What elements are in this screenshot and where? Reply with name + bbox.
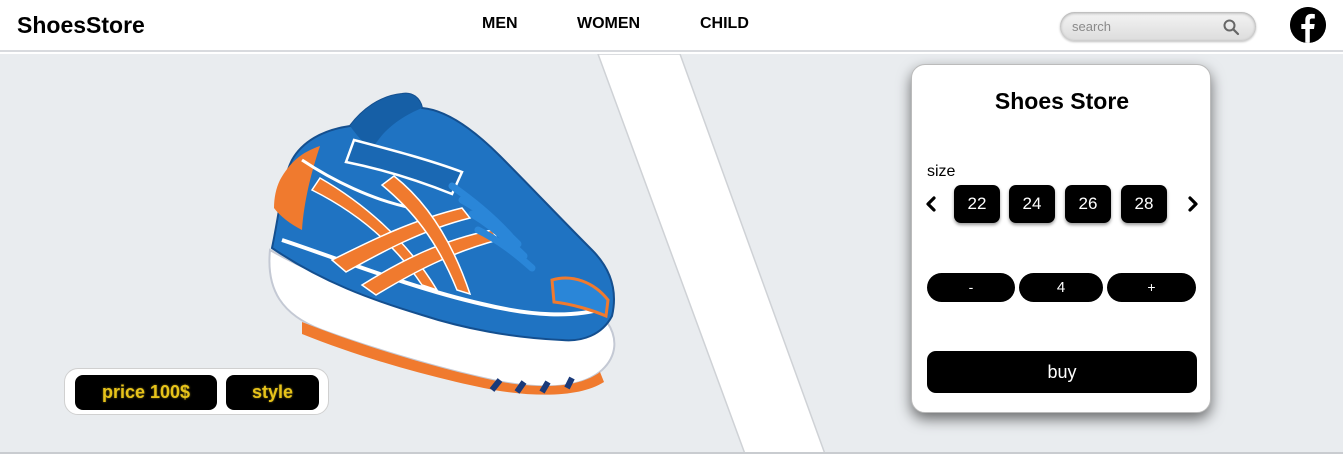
quantity-increase-button[interactable]: + [1107, 273, 1196, 302]
nav-link-child[interactable]: CHILD [700, 15, 749, 33]
size-option-28[interactable]: 28 [1121, 185, 1167, 223]
chevron-left-icon[interactable] [924, 196, 938, 212]
facebook-icon[interactable] [1290, 7, 1326, 43]
price-style-bar: price 100$ style [64, 368, 329, 415]
size-option-24[interactable]: 24 [1009, 185, 1055, 223]
nav-link-men[interactable]: MEN [482, 15, 518, 33]
quantity-decrease-button[interactable]: - [927, 273, 1015, 302]
product-shoe-image [268, 92, 616, 395]
size-label: size [927, 163, 956, 180]
quantity-value: 4 [1019, 273, 1103, 302]
chevron-right-icon[interactable] [1186, 196, 1200, 212]
nav-link-women[interactable]: WOMEN [577, 15, 640, 33]
style-button[interactable]: style [226, 375, 319, 410]
buy-button[interactable]: buy [927, 351, 1197, 393]
search-input[interactable] [1072, 16, 1222, 37]
product-card: Shoes Store size 22 24 26 28 - 4 + buy [911, 64, 1211, 413]
brand-logo-text[interactable]: ShoesStore [17, 12, 145, 39]
size-option-22[interactable]: 22 [954, 185, 1000, 223]
card-title: Shoes Store [994, 88, 1130, 114]
search-box [1060, 12, 1256, 41]
size-option-26[interactable]: 26 [1065, 185, 1111, 223]
top-navbar: ShoesStore MEN WOMEN CHILD [0, 0, 1343, 52]
search-icon[interactable] [1222, 18, 1240, 36]
price-button[interactable]: price 100$ [75, 375, 217, 410]
